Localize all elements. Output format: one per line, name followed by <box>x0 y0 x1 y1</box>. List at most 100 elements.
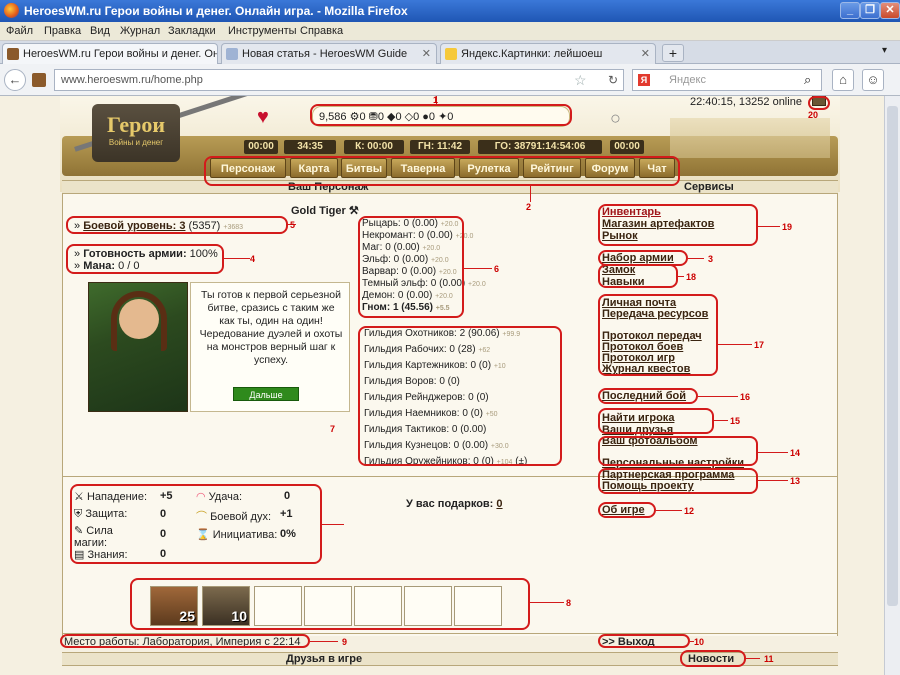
annotation-number: 19 <box>782 222 793 232</box>
annotation-box <box>598 436 758 466</box>
menu-history[interactable]: Журнал <box>120 25 160 37</box>
server-clock: 22:40:15, 13252 online <box>690 96 802 108</box>
tutorial-portrait <box>88 282 188 412</box>
annotation-number: 18 <box>686 272 697 282</box>
guide-favicon-icon <box>226 48 238 60</box>
home-icon[interactable]: ⌂ <box>832 69 854 91</box>
menu-tools[interactable]: Инструменты <box>228 25 297 37</box>
annotation-box <box>598 388 698 404</box>
maximize-button[interactable]: ❐ <box>860 2 880 19</box>
tab-label: Яндекс.Картинки: лейшоеш <box>461 48 603 60</box>
castle-illustration <box>670 118 830 158</box>
menu-help[interactable]: Справка <box>300 25 343 37</box>
elf-hair <box>111 291 167 351</box>
health-heart-icon: ♥ <box>257 106 269 128</box>
tab-label: Новая статья - HeroesWM Guide <box>242 48 408 60</box>
timer-1: 00:00 <box>244 140 278 154</box>
menu-view[interactable]: Вид <box>90 25 110 37</box>
url-field[interactable]: www.heroeswm.ru/home.php <box>54 69 624 91</box>
vertical-scrollbar[interactable] <box>884 96 900 675</box>
annotation-line <box>530 186 531 202</box>
annotation-number: 12 <box>684 506 695 516</box>
annotation-box <box>598 204 758 246</box>
annotation-line <box>698 396 738 397</box>
annotation-line <box>224 258 250 259</box>
annotation-number: 3 <box>708 254 714 264</box>
annotation-line <box>322 524 344 525</box>
site-favicon-icon <box>7 48 19 60</box>
tutorial-next-button[interactable]: Дальше <box>233 387 299 401</box>
reload-icon[interactable]: ↻ <box>608 73 618 87</box>
annotation-line <box>310 641 338 642</box>
search-field[interactable]: Яндекс <box>632 69 822 91</box>
annotation-line <box>678 276 684 277</box>
annotation-number: 20 <box>808 110 819 120</box>
close-tab-icon[interactable]: ✕ <box>422 47 431 60</box>
annotation-box <box>358 326 562 466</box>
close-tab-icon[interactable]: ✕ <box>641 47 650 60</box>
annotation-line <box>758 480 788 481</box>
annotation-box <box>808 96 830 110</box>
tab-bar: HeroesWM.ru Герои войны и денег. Он... Н… <box>0 41 900 64</box>
annotation-line <box>758 452 788 453</box>
annotation-box <box>598 408 714 434</box>
search-icon[interactable]: ⌕ <box>804 72 811 88</box>
tab-heroeswm[interactable]: HeroesWM.ru Герои войны и денег. Он... <box>2 43 218 64</box>
tab-guide[interactable]: Новая статья - HeroesWM Guide ✕ <box>221 43 437 64</box>
annotation-line <box>718 344 752 345</box>
close-button[interactable]: ✕ <box>880 2 900 19</box>
new-tab-button[interactable]: + <box>662 44 684 62</box>
gifts-link[interactable]: 0 <box>496 498 502 510</box>
annotation-line <box>688 258 704 259</box>
navigation-bar: ← www.heroeswm.ru/home.php ☆ ↻ Яндекс Я … <box>0 64 900 96</box>
addon-monkey-icon[interactable]: ☺ <box>862 69 884 91</box>
site-identity-icon[interactable] <box>32 73 46 87</box>
minimize-button[interactable]: _ <box>840 2 860 19</box>
annotation-box <box>66 244 224 274</box>
annotation-number: 8 <box>566 598 572 608</box>
back-arrow-icon[interactable]: ← <box>4 69 26 91</box>
annotation-number: 11 <box>764 654 774 664</box>
annotation-line <box>656 510 682 511</box>
game-page: Герои Войны и денег ♥ 9,586 ⚙0 ⛃0 ◆0 ◇0 … <box>0 96 900 675</box>
game-logo[interactable]: Герои Войны и денег <box>92 104 180 162</box>
annotation-line <box>746 658 760 659</box>
tutorial-text: Ты готов к первой серьезной битве, срази… <box>199 289 343 366</box>
bookmark-star-icon[interactable]: ☆ <box>574 72 587 89</box>
menu-bar: Файл Правка Вид Журнал Закладки Инструме… <box>0 22 900 41</box>
annotation-number: 10 <box>694 637 705 647</box>
annotation-box <box>598 468 758 494</box>
annotation-box <box>680 650 746 667</box>
timer-5: ГО: 38791:14:54:06 <box>478 140 602 154</box>
search-placeholder: Яндекс <box>669 74 706 86</box>
timer-3: К: 00:00 <box>344 140 404 154</box>
hero-name: Gold Tiger ⚒ <box>291 205 359 217</box>
annotation-number: 14 <box>790 448 801 458</box>
tab-yandex[interactable]: Яндекс.Картинки: лейшоеш ✕ <box>440 43 656 64</box>
annotation-box <box>70 484 322 564</box>
menu-edit[interactable]: Правка <box>44 25 81 37</box>
gifts: У вас подарков: 0 <box>406 498 503 510</box>
annotation-line <box>530 602 564 603</box>
scrollbar-thumb[interactable] <box>887 106 898 606</box>
annotation-box <box>310 104 572 126</box>
window-titlebar: HeroesWM.ru Герои войны и денег. Онлайн … <box>0 0 900 22</box>
annotation-line <box>714 420 728 421</box>
annotation-number: 4 <box>250 254 256 264</box>
annotation-number: 2 <box>526 202 532 212</box>
tab-label: HeroesWM.ru Герои войны и денег. Он... <box>23 48 218 60</box>
annotation-number: 7 <box>330 424 336 434</box>
annotation-box <box>598 294 718 376</box>
timer-6: 00:00 <box>610 140 644 154</box>
annotation-number: 15 <box>730 416 741 426</box>
services-section-title: Сервисы <box>684 181 734 193</box>
menu-file[interactable]: Файл <box>6 25 33 37</box>
annotation-number: 6 <box>494 264 500 274</box>
annotation-box <box>598 634 690 648</box>
ring-icon: ○ <box>610 108 621 128</box>
menu-bookmarks[interactable]: Закладки <box>168 25 216 37</box>
tab-list-chevron-icon[interactable]: ▾ <box>882 45 887 56</box>
annotation-number: 1 <box>433 96 439 105</box>
logo-title: Герои <box>107 112 165 137</box>
annotation-number: 13 <box>790 476 801 486</box>
